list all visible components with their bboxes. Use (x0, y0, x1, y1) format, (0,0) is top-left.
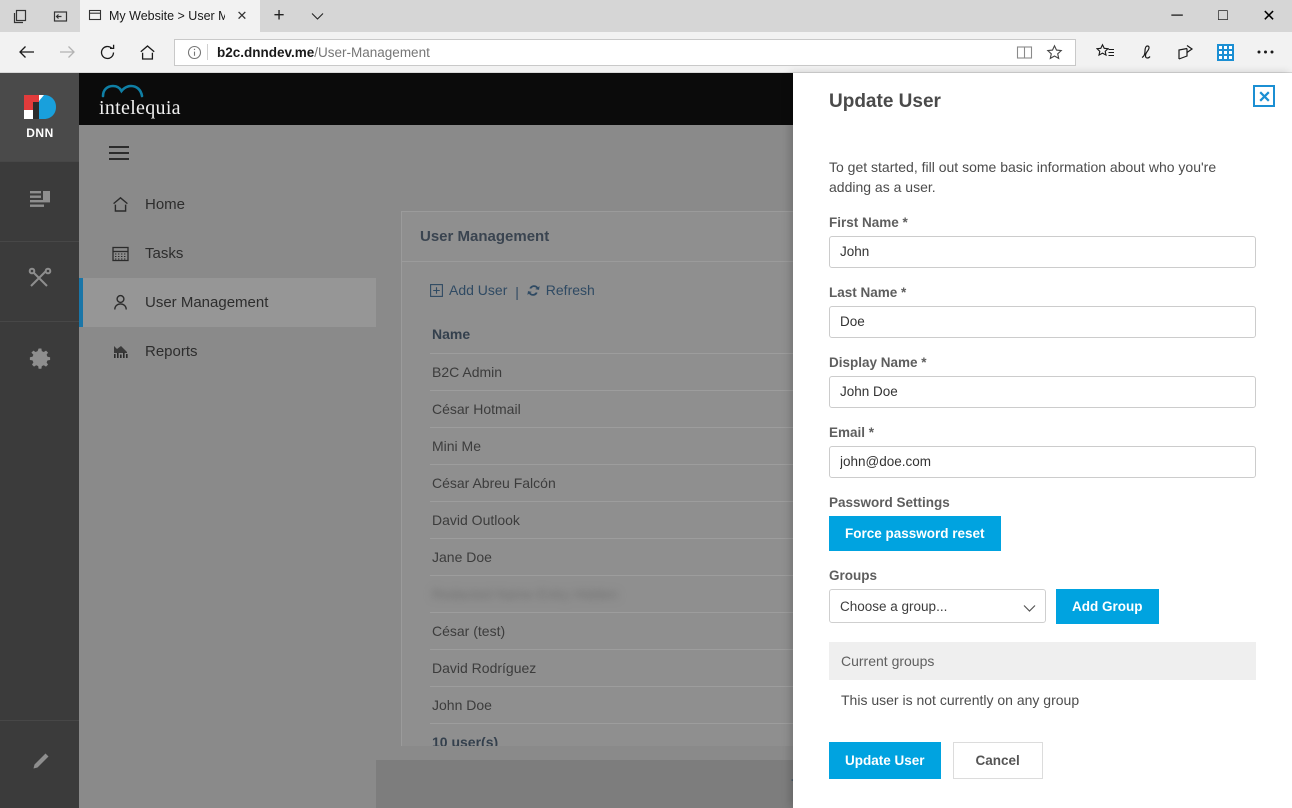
tab-close-icon[interactable]: ✕ (232, 8, 252, 24)
add-user-label: Add User (449, 282, 508, 298)
web-note-icon[interactable] (1126, 35, 1164, 69)
forward-button[interactable] (48, 35, 86, 69)
browser-navbar: b2c.dnndev.me/User-Management (0, 32, 1292, 73)
minimize-button[interactable]: ─ (1154, 0, 1200, 32)
address-bar-icons (1011, 40, 1069, 64)
info-icon[interactable] (181, 45, 207, 60)
set-tabs-aside-icon[interactable] (40, 0, 80, 32)
maximize-button[interactable]: □ (1200, 0, 1246, 32)
current-groups-header: Current groups (829, 641, 1256, 680)
close-panel-button[interactable] (1253, 85, 1275, 107)
display-name-field[interactable] (829, 375, 1256, 408)
panel-title: Update User (829, 91, 941, 112)
dnn-control-rail: DNN (0, 73, 79, 808)
home-button[interactable] (128, 35, 166, 69)
chart-icon (109, 342, 131, 361)
settings-gear-icon (28, 347, 52, 376)
sidebar-item-reports[interactable]: Reports (79, 327, 376, 376)
cancel-button[interactable]: Cancel (952, 741, 1043, 779)
reading-view-icon[interactable] (1011, 40, 1037, 64)
group-select[interactable]: Choose a group... (829, 589, 1046, 624)
user-icon (109, 293, 131, 312)
refresh-button[interactable] (88, 35, 126, 69)
password-settings-label: Password Settings (829, 494, 950, 510)
cloud-icon (101, 84, 144, 98)
window-icon (88, 8, 102, 25)
refresh-icon (527, 284, 540, 296)
favorite-star-icon[interactable] (1041, 40, 1067, 64)
display-name-label: Display Name * (829, 354, 927, 370)
dnn-logo[interactable]: DNN (0, 73, 79, 161)
sidebar-item-user-management[interactable]: User Management (79, 278, 376, 327)
group-select-wrap: Choose a group... (829, 589, 1046, 624)
redacted-text: Redacted Name Entry Hidden (432, 585, 618, 602)
sidebar-item-settings[interactable] (0, 321, 79, 401)
sidebar-item-label: Home (145, 196, 186, 213)
chevron-down-icon (1023, 600, 1036, 618)
url-path: /User-Management (314, 44, 430, 60)
brand-text: intelequia (99, 97, 181, 119)
sidebar-item-tasks[interactable]: Tasks (79, 229, 376, 278)
last-name-field[interactable] (829, 305, 1256, 338)
home-icon (109, 195, 131, 214)
back-button[interactable] (8, 35, 46, 69)
menu-toggle-button[interactable] (79, 125, 376, 180)
apps-grid-icon[interactable] (1206, 35, 1244, 69)
address-bar[interactable]: b2c.dnndev.me/User-Management (174, 38, 1076, 66)
tools-icon (27, 266, 53, 297)
last-name-label: Last Name * (829, 284, 907, 300)
tab-title: My Website > User Mar (109, 9, 225, 23)
site-sidenav: Home Tasks User Management Reports (79, 125, 376, 808)
share-icon[interactable] (1166, 35, 1204, 69)
panel-intro-text: To get started, fill out some basic info… (829, 159, 1217, 196)
groups-label: Groups (829, 567, 878, 583)
sidebar-item-content[interactable] (0, 161, 79, 241)
sidebar-item-label: User Management (145, 294, 269, 311)
window-controls: ─ □ ✕ (1154, 0, 1292, 32)
new-tab-button[interactable]: + (260, 0, 298, 32)
refresh-label: Refresh (545, 282, 595, 298)
plus-box-icon (430, 283, 443, 297)
url-text: b2c.dnndev.me/User-Management (217, 45, 1011, 60)
email-field[interactable] (829, 445, 1256, 478)
actions-separator: | (515, 283, 519, 300)
intelequia-logo[interactable]: intelequia (99, 80, 217, 118)
close-window-button[interactable]: ✕ (1246, 0, 1292, 32)
tab-preview-icon[interactable] (0, 0, 40, 32)
add-group-button[interactable]: Add Group (1056, 588, 1159, 624)
group-select-value: Choose a group... (840, 598, 948, 614)
sidebar-item-label: Tasks (145, 245, 184, 262)
first-name-field[interactable] (829, 235, 1256, 268)
content-icon (28, 188, 52, 215)
panel-footer: Update User Cancel (829, 741, 1256, 779)
close-icon (1258, 90, 1270, 102)
url-divider (207, 44, 208, 60)
edit-pencil-icon (28, 750, 52, 779)
sidebar-item-label: Reports (145, 343, 198, 360)
update-user-button[interactable]: Update User (829, 741, 941, 779)
refresh-list-button[interactable]: Refresh (527, 282, 595, 298)
sidebar-item-edit[interactable] (0, 720, 79, 808)
url-domain: b2c.dnndev.me (217, 44, 315, 60)
first-name-label: First Name * (829, 214, 908, 230)
current-groups-empty-text: This user is not currently on any group (841, 691, 1080, 708)
browser-titlebar: My Website > User Mar ✕ + ─ □ ✕ (0, 0, 1292, 32)
sidebar-item-home[interactable]: Home (79, 180, 376, 229)
update-user-panel: Update User To get started, fill out som… (793, 73, 1292, 808)
browser-window: My Website > User Mar ✕ + ─ □ ✕ (0, 0, 1292, 808)
tab-dropdown-icon[interactable] (298, 0, 336, 32)
favorites-list-icon[interactable] (1086, 35, 1124, 69)
groups-row: Choose a group... Add Group (829, 588, 1256, 624)
force-password-reset-button[interactable]: Force password reset (829, 515, 1001, 551)
browser-tab[interactable]: My Website > User Mar ✕ (80, 0, 260, 32)
email-label: Email * (829, 424, 875, 440)
calendar-icon (109, 244, 131, 263)
svg-text:DNN: DNN (26, 126, 54, 140)
add-user-button[interactable]: Add User (430, 282, 507, 298)
sidebar-item-tools[interactable] (0, 241, 79, 321)
settings-more-icon[interactable] (1246, 35, 1284, 69)
